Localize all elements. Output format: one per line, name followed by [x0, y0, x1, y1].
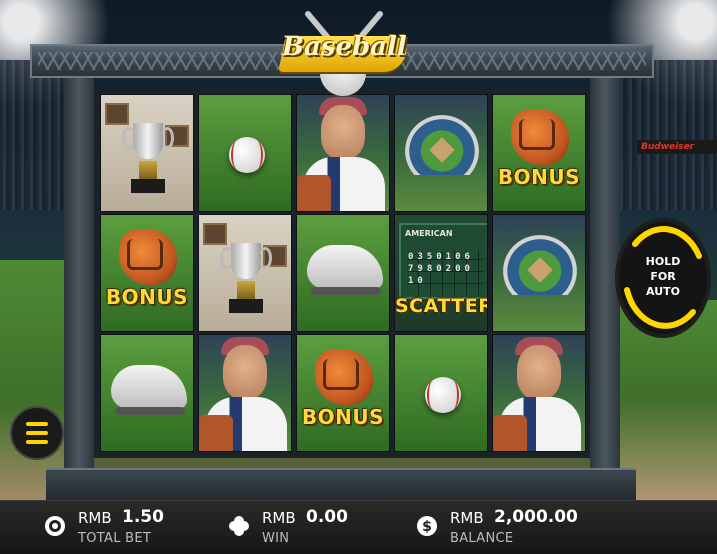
win-label: WIN [262, 531, 290, 546]
baseball-icon [229, 137, 265, 173]
symbol-player [296, 94, 390, 212]
game-logo: Baseball [278, 6, 410, 96]
glove-icon [511, 109, 569, 165]
symbol-bonus: BONUS [492, 94, 586, 212]
win-currency: RMB [262, 509, 296, 527]
cleat-icon [307, 245, 383, 295]
reel-grid: BONUS BONUS AMERICAN 0350106 7980200 10 … [94, 90, 590, 458]
bonus-label: BONUS [497, 165, 581, 189]
win-display: RMB 0.00 WIN [228, 507, 378, 551]
svg-text:$: $ [422, 519, 432, 535]
hamburger-icon [26, 422, 48, 426]
logo-text: Baseball [282, 32, 407, 62]
auto-label-line: AUTO [646, 285, 680, 298]
field-left [0, 260, 70, 500]
balance-currency: RMB [450, 509, 484, 527]
stadium-icon [503, 235, 577, 295]
machine-frame-bottom [46, 468, 636, 500]
crowd-right [617, 60, 717, 210]
stadium-icon [405, 115, 479, 175]
auto-label-line: HOLD [645, 255, 681, 268]
symbol-stadium [394, 94, 488, 212]
symbol-player [198, 334, 292, 452]
glove-icon [119, 229, 177, 285]
total-bet-value: 1.50 [122, 507, 164, 527]
win-value: 0.00 [306, 507, 348, 527]
symbol-player [492, 334, 586, 452]
symbol-trophy [100, 94, 194, 212]
bonus-label: BONUS [105, 285, 189, 309]
machine-frame-left [64, 78, 94, 478]
cleat-icon [111, 365, 187, 415]
symbol-stadium [492, 214, 586, 332]
symbol-trophy [198, 214, 292, 332]
total-bet-currency: RMB [78, 509, 112, 527]
total-bet-label: TOTAL BET [78, 531, 152, 546]
symbol-shoe [296, 214, 390, 332]
bottom-bar: RMB 1.50 TOTAL BET RMB 0.00 WIN $ RMB 2,… [0, 500, 717, 554]
scoreboard-icon: AMERICAN 0350106 7980200 10 [399, 223, 487, 299]
scoreboard-row: 10 [408, 276, 427, 286]
total-bet-display[interactable]: RMB 1.50 TOTAL BET [44, 507, 214, 551]
player-icon [517, 345, 561, 399]
trophy-icon [220, 243, 272, 279]
trophy-icon [122, 123, 174, 159]
scoreboard-row: 0350106 [408, 252, 474, 262]
crowd-left [0, 60, 70, 210]
scatter-label: SCATTER [395, 295, 488, 317]
balance-label: BALANCE [450, 531, 514, 546]
dollar-icon: $ [417, 516, 437, 536]
chip-icon [45, 516, 65, 536]
billboard: Budweiser [637, 140, 717, 154]
hold-for-auto-button[interactable]: HOLD FOR AUTO [613, 206, 713, 346]
baseball-icon [425, 377, 461, 413]
auto-label-line: FOR [650, 270, 676, 283]
symbol-scatter: AMERICAN 0350106 7980200 10 SCATTER [394, 214, 488, 332]
player-icon [321, 105, 365, 159]
symbol-bonus: BONUS [100, 214, 194, 332]
symbol-bonus: BONUS [296, 334, 390, 452]
symbol-shoe [100, 334, 194, 452]
scoreboard-title: AMERICAN [405, 229, 453, 238]
symbol-ball [394, 334, 488, 452]
player-icon [223, 345, 267, 399]
menu-button[interactable] [10, 406, 64, 460]
symbol-ball [198, 94, 292, 212]
balance-display: $ RMB 2,000.00 BALANCE [416, 507, 616, 551]
scoreboard-row: 7980200 [408, 264, 474, 274]
glove-icon [315, 349, 373, 405]
auto-label: HOLD FOR AUTO [613, 254, 713, 299]
balance-value: 2,000.00 [494, 507, 578, 527]
bonus-label: BONUS [301, 405, 385, 429]
billboard-text: Budweiser [641, 142, 695, 152]
clover-icon [229, 516, 249, 536]
